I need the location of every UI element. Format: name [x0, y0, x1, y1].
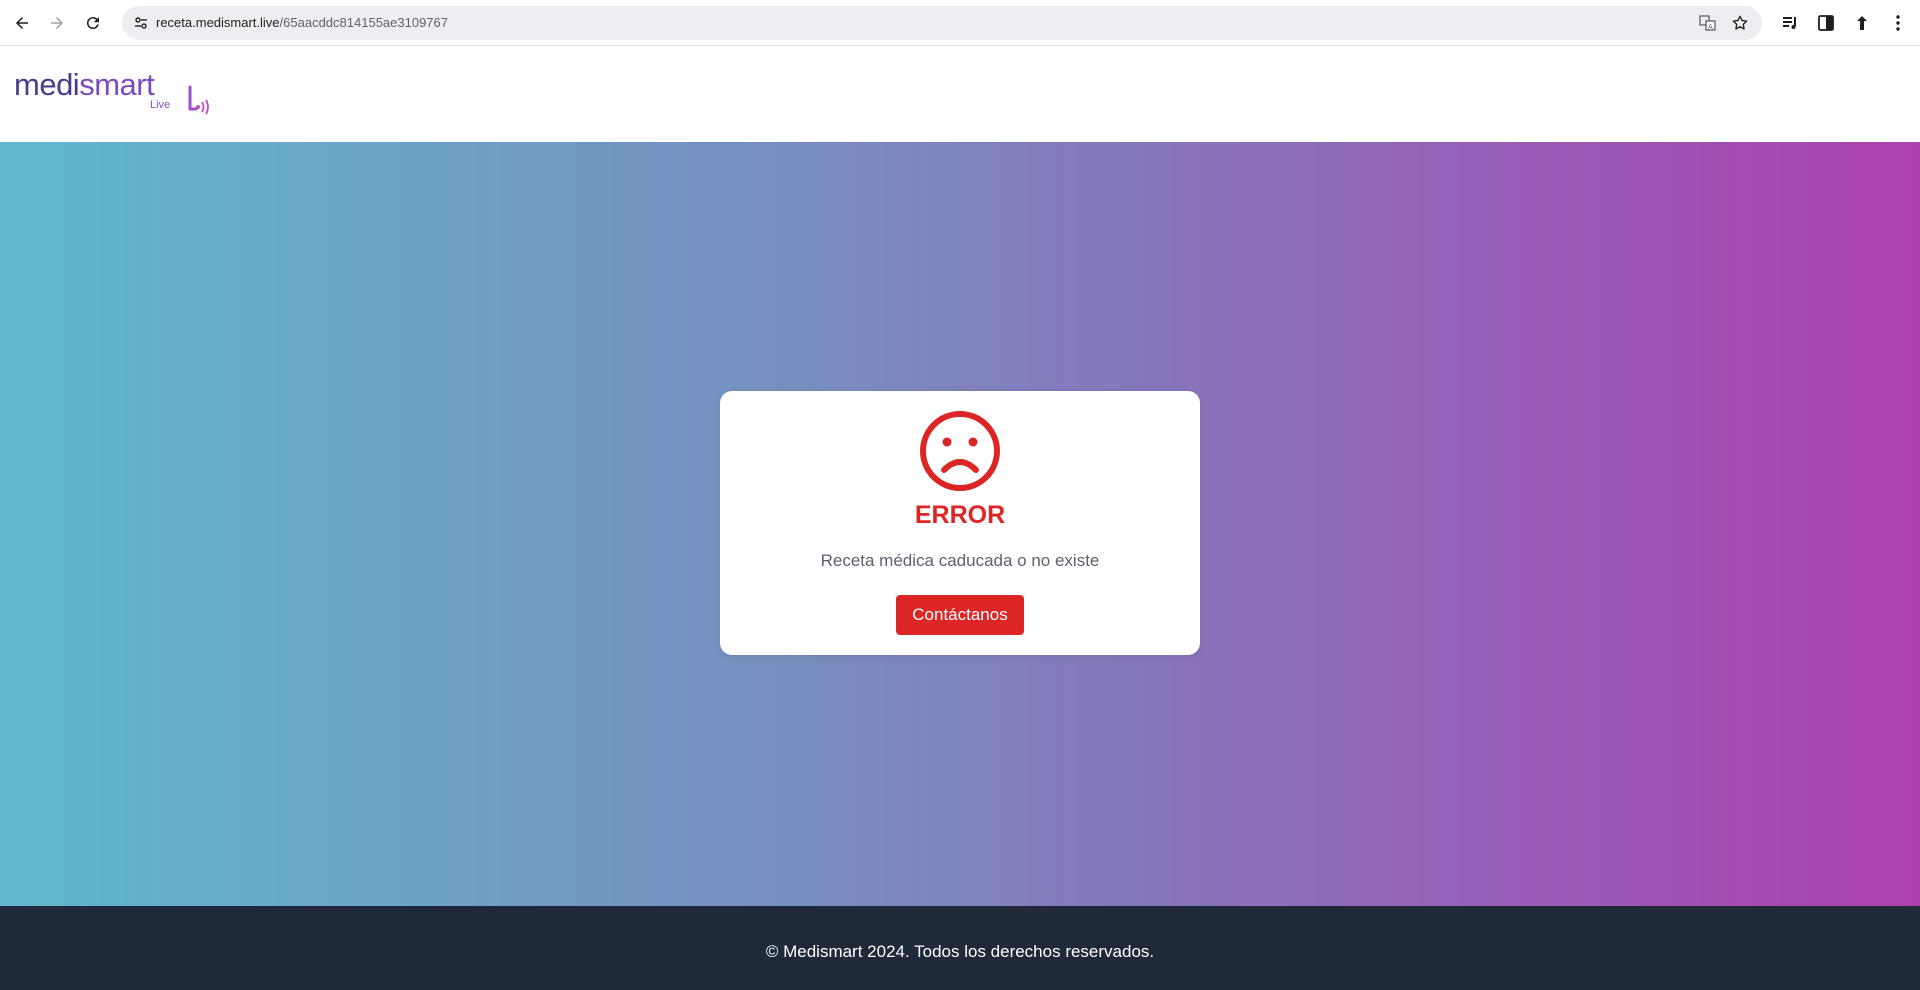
logo-part1: medi [14, 67, 80, 102]
forward-button[interactable] [42, 8, 72, 38]
medismart-logo[interactable]: medismart Live [14, 65, 209, 115]
translate-icon[interactable]: A [1696, 11, 1720, 35]
footer-copyright: © Medismart 2024. Todos los derechos res… [765, 942, 1155, 961]
logo-live-text: Live [150, 99, 171, 111]
svg-text:A: A [1708, 23, 1713, 31]
contact-button[interactable]: Contáctanos [896, 595, 1024, 635]
url-text: receta.medismart.live/65aacddc814155ae31… [156, 15, 448, 30]
arrow-right-icon [51, 17, 63, 29]
logo-signal-icon [188, 85, 209, 115]
arrow-left-icon [16, 17, 28, 29]
media-controls-icon[interactable] [1778, 11, 1802, 35]
reload-icon [86, 17, 99, 30]
site-footer: © Medismart 2024. Todos los derechos res… [0, 906, 1920, 990]
sad-face-icon [920, 411, 1000, 491]
browser-toolbar: receta.medismart.live/65aacddc814155ae31… [0, 0, 1920, 46]
error-card: ERROR Receta médica caducada o no existe… [720, 391, 1200, 655]
address-bar[interactable]: receta.medismart.live/65aacddc814155ae31… [122, 6, 1762, 40]
side-panel-icon[interactable] [1814, 11, 1838, 35]
extension-pin-icon[interactable] [1850, 11, 1874, 35]
hero-background: ERROR Receta médica caducada o no existe… [0, 142, 1920, 906]
logo-wordmark: medismart [14, 65, 155, 105]
site-header: medismart Live [0, 47, 1920, 142]
error-message: Receta médica caducada o no existe [820, 551, 1100, 570]
site-info-icon[interactable] [128, 10, 154, 36]
url-path: /65aacddc814155ae3109767 [279, 15, 448, 30]
bookmark-star-icon[interactable] [1728, 11, 1752, 35]
reload-button[interactable] [78, 8, 108, 38]
more-menu-icon[interactable] [1886, 11, 1910, 35]
error-title: ERROR [914, 501, 1006, 529]
url-host: receta.medismart.live [156, 15, 280, 30]
back-button[interactable] [7, 8, 37, 38]
logo-part2: smart [79, 67, 155, 102]
